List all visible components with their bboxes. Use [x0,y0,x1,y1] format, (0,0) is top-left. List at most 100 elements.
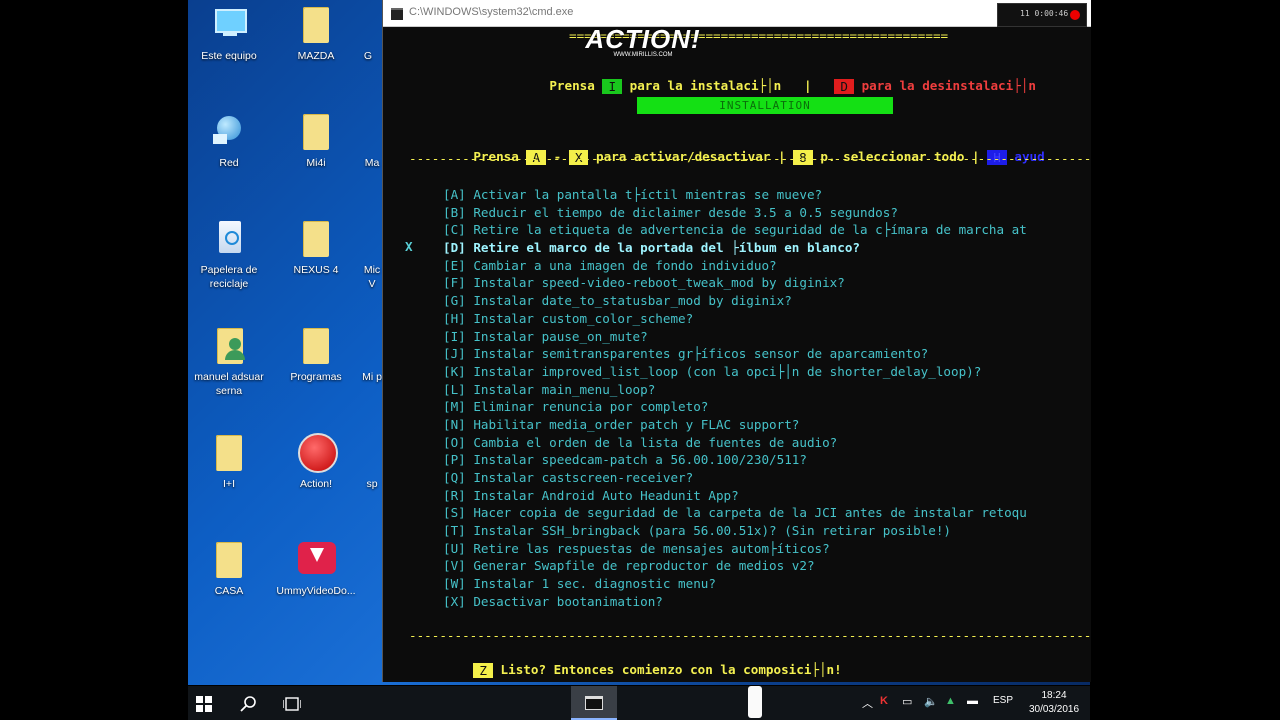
option-item: [A] Activar la pantalla t├íctil mientras… [443,187,823,202]
option-item: [S] Hacer copia de seguridad de la carpe… [443,505,1027,521]
rule-top: ----------------------------------------… [409,151,1091,166]
recycle-bin-icon [211,219,247,259]
option-item: [L] Instalar main_menu_loop? [443,381,656,397]
window-title: C:\WINDOWS\system32\cmd.exe [409,6,574,18]
desktop-icon-label: Programas [290,371,342,383]
cmd-icon [585,696,603,710]
action-app-icon [298,433,338,473]
desktop-icon-programas[interactable]: Programas [276,326,356,384]
recorder-time: 11 0:00:46 [1020,9,1069,18]
desktop-icon-i-plus-i[interactable]: I+I [189,433,269,491]
option-item: [C] Retire la etiqueta de advertencia de… [443,222,1027,238]
desktop-icon-label: Action! [299,478,333,490]
record-icon [1070,10,1080,20]
watermark-brand: ACTION! [585,24,701,54]
option-item: [I] Instalar pause_on_mute? [443,328,648,344]
start-button[interactable] [196,686,220,720]
option-item: [J] Instalar semitransparentes gr├íficos… [443,346,929,362]
cmd-window[interactable]: C:\WINDOWS\system32\cmd.exe 11 0:00:46 =… [382,0,1091,682]
recorder-overlay: 11 0:00:46 [997,3,1087,27]
desktop-icon-label: CASA [214,585,244,597]
option-item: [X] Desactivar bootanimation? [443,593,663,609]
desktop-icon-mazda[interactable]: MAZDA [276,5,356,63]
option-item: [R] Instalar Android Auto Headunit App? [443,487,739,503]
option-item: [W] Instalar 1 sec. diagnostic menu? [443,576,716,592]
tray-network-icon[interactable]: ▭ [902,695,912,708]
folder-icon [298,5,334,45]
desktop-icon-label: I+I [223,478,235,490]
folder-icon [298,112,334,152]
uninstall-text: para la desinstalaci├│n [861,78,1036,93]
language-indicator[interactable]: ESP [993,695,1013,706]
option-item: [U] Retire las respuestas de mensajes au… [443,540,830,556]
key-z: Z [473,663,493,678]
taskbar-cmd-button[interactable] [571,686,617,720]
rule-bottom: ----------------------------------------… [409,628,1091,643]
separator: | [804,78,812,93]
search-icon [240,696,256,712]
computer-icon [211,5,247,45]
desktop-icon-manuel[interactable]: manuel adsuar serna [189,326,269,398]
prompt-prefix: Prensa [549,78,595,93]
desktop-icon-label: UmmyVideoDo... [276,585,356,597]
clock-date: 30/03/2016 [1028,704,1080,715]
bottom-line: Z Listo? Entonces comienzo con la compos… [443,647,842,682]
folder-icon [298,326,334,366]
cmd-icon [391,8,403,20]
desktop-icon-label: Mi4i [306,157,326,169]
desktop-icon-label: MAZDA [297,50,335,62]
desktop-icon-label: Red [219,157,239,169]
option-item: [P] Instalar speedcam-patch a 56.00.100/… [443,452,807,468]
option-item: [G] Instalar date_to_statusbar_mod by di… [443,293,792,309]
ummy-app-icon [298,540,336,580]
clock[interactable]: 18:24 30/03/2016 [1026,689,1082,717]
desktop-icon-label: Papelera de reciclaje [200,264,258,290]
desktop-icon-action[interactable]: Action! [276,433,356,491]
option-item: [N] Habilitar media_order patch y FLAC s… [443,416,800,432]
desktop-icon-red[interactable]: Red [189,112,269,170]
desktop-icon-label: NEXUS 4 [293,264,339,276]
option-list: [A] Activar la pantalla t├íctil mientras… [443,186,1091,611]
option-item: [D] Retire el marco de la portada del ├í… [443,240,861,256]
taskbar-app-button[interactable] [748,686,762,720]
desktop-icon-ummy[interactable]: UmmyVideoDo... [276,540,356,598]
task-view-icon [282,697,302,711]
desktop-icon-label: Este equipo [201,50,257,62]
option-item: [V] Generar Swapfile de reproductor de m… [443,558,815,574]
option-item: [T] Instalar SSH_bringback (para 56.00.5… [443,523,951,539]
windows-logo-icon [196,696,212,712]
clock-time: 18:24 [1041,690,1067,701]
option-item: [B] Reducir el tiempo de diclaimer desde… [443,204,898,220]
desktop-icon-papelera[interactable]: Papelera de reciclaje [189,219,269,291]
tray-cloud-icon[interactable]: ▲ [945,695,956,707]
user-folder-icon [211,326,247,366]
install-text: para la instalaci├│n [629,78,782,93]
option-item: [O] Cambia el orden de la lista de fuent… [443,434,838,450]
option-item: [H] Instalar custom_color_scheme? [443,310,694,326]
tray-message-icon[interactable]: ▬ [967,695,978,707]
task-view-button[interactable] [282,686,307,720]
window-titlebar[interactable]: C:\WINDOWS\system32\cmd.exe 11 0:00:46 [383,0,1091,27]
option-item: [K] Instalar improved_list_loop (con la … [443,363,982,379]
show-hidden-icons[interactable]: ︿ [862,695,873,711]
bottom-text: Listo? Entonces comienzo con la composic… [500,662,842,677]
desktop-icon-mi4i[interactable]: Mi4i [276,112,356,170]
taskbar: ︿ K ▭ 🔈 ▲ ▬ ESP 18:24 30/03/2016 [188,686,1090,720]
option-item: [Q] Instalar castscreen-receiver? [443,470,694,485]
option-item: [M] Eliminar renuncia por completo? [443,399,709,415]
tray-volume-icon[interactable]: 🔈 [924,695,938,708]
installation-banner: INSTALLATION [637,97,893,114]
desktop-icon-este-equipo[interactable]: Este equipo [189,5,269,63]
app-icon [748,686,762,718]
desktop-icon-nexus4[interactable]: NEXUS 4 [276,219,356,277]
folder-icon [211,540,247,580]
desktop-icon-casa[interactable]: CASA [189,540,269,598]
option-item: [E] Cambiar a una imagen de fondo indivi… [443,257,777,273]
search-button[interactable] [240,686,264,720]
selected-marker: X [405,239,413,254]
folder-icon [298,219,334,259]
network-icon [211,112,247,152]
desktop-icon-label: manuel adsuar serna [194,371,264,397]
key-install: I [602,79,623,94]
tray-antivirus-icon[interactable]: K [880,695,888,707]
